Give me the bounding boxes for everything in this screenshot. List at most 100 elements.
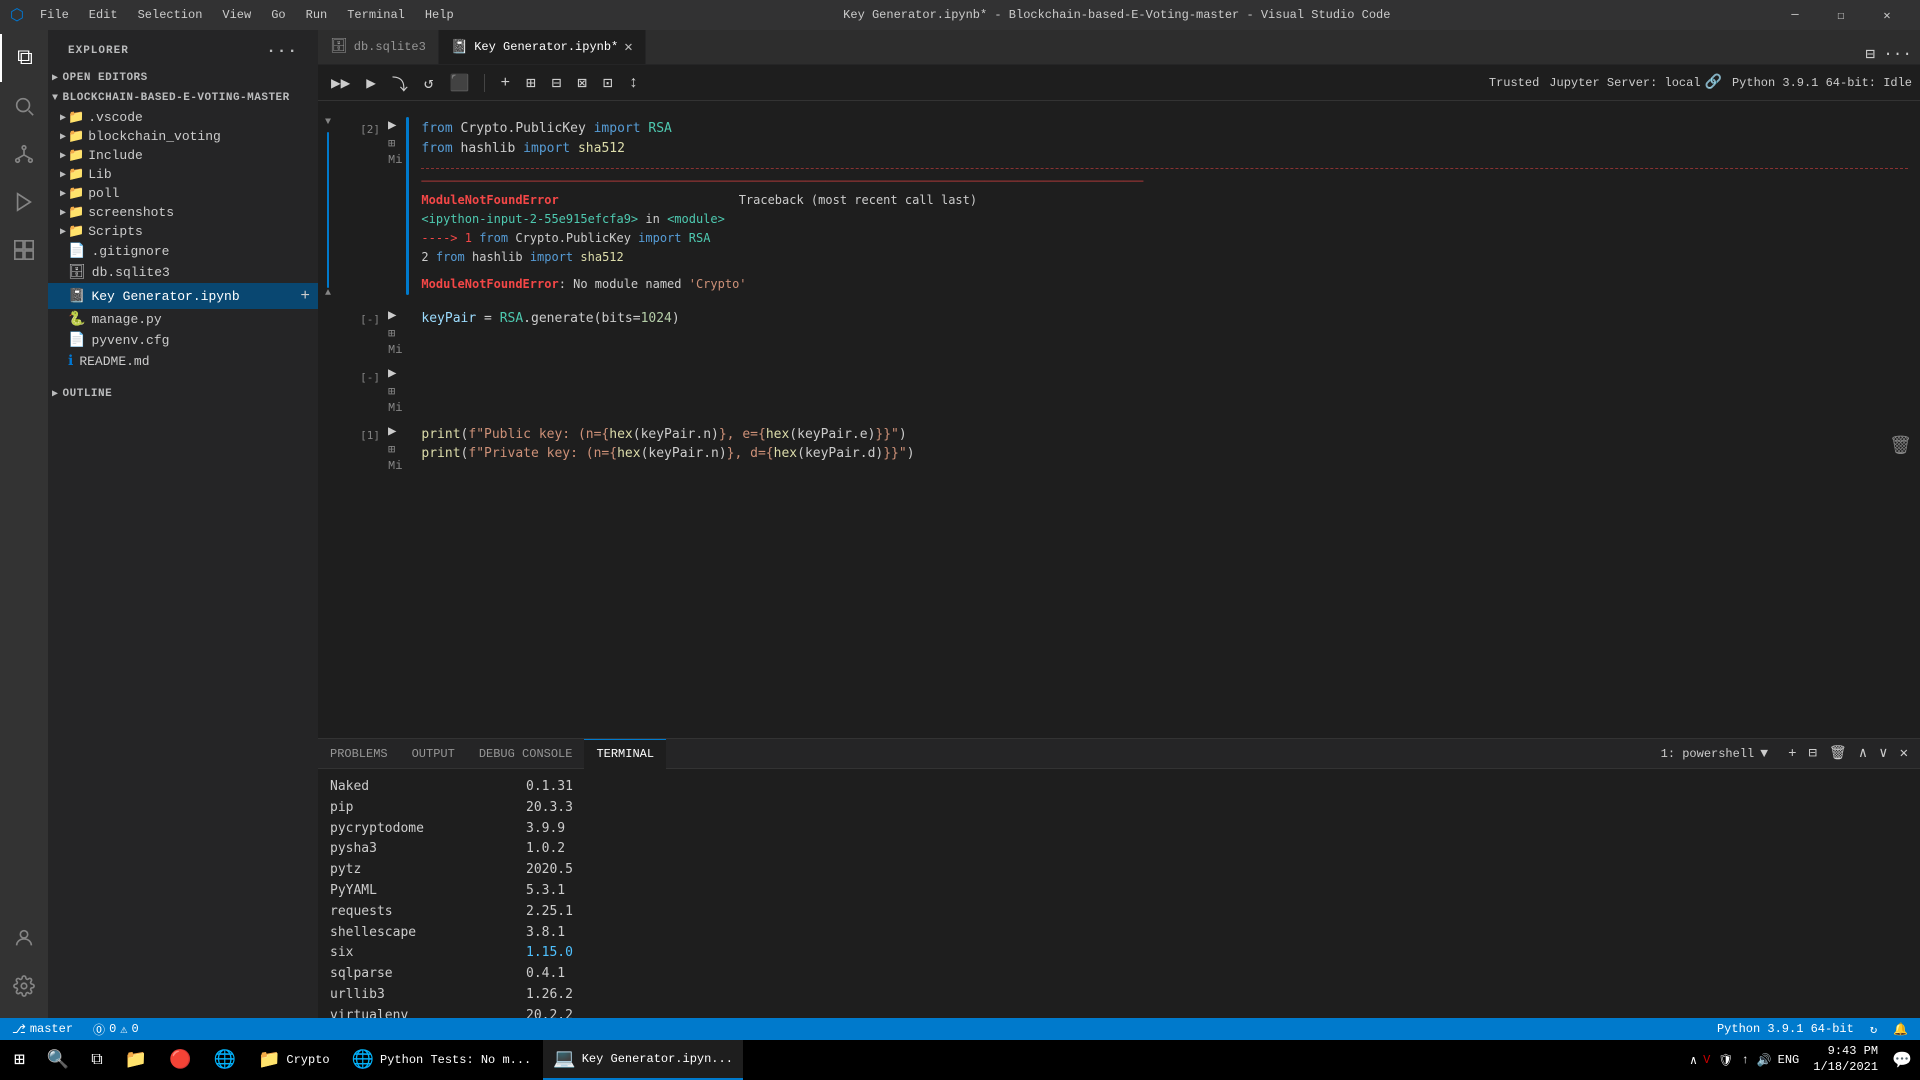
menu-help[interactable]: Help [417,6,462,24]
interrupt-button[interactable]: ⬛ [445,70,475,96]
python-version-label[interactable]: Python 3.9.1 64-bit: Idle [1732,76,1912,90]
menu-view[interactable]: View [214,6,259,24]
search-taskbar-button[interactable]: 🔍 [37,1040,79,1080]
tab-debug-console[interactable]: DEBUG CONSOLE [467,739,585,769]
folder-screenshots[interactable]: ▶ 📁 screenshots [48,203,318,222]
terminal-content[interactable]: Naked0.1.31 pip20.3.3 pycryptodome3.9.9 … [318,769,1920,1018]
file-readme[interactable]: ℹ README.md [48,351,318,372]
clock[interactable]: 9:43 PM 1/18/2021 [1805,1044,1886,1075]
tab-terminal[interactable]: TERMINAL [584,739,666,769]
start-button[interactable]: ⊞ [4,1040,35,1080]
close-button[interactable]: ✕ [1864,0,1910,30]
tray-icon-4[interactable]: 🔊 [1757,1053,1772,1068]
expand-arrow[interactable]: ▲ [325,288,331,299]
file-explorer-taskbar-button[interactable]: 📁 [115,1040,157,1080]
split-editor-icon[interactable]: ⊟ [1866,44,1876,64]
sidebar-more-icon[interactable]: ··· [266,42,298,60]
restart-button[interactable]: ↺ [419,70,439,96]
python-status-item[interactable]: Python 3.9.1 64-bit [1713,1022,1858,1036]
menu-run[interactable]: Run [298,6,336,24]
tab-output[interactable]: OUTPUT [400,739,467,769]
cell-run-button-2[interactable]: ▶ [388,117,402,134]
menu-selection[interactable]: Selection [130,6,211,24]
account-activity-icon[interactable] [0,914,48,962]
open-editors-section[interactable]: ▶ OPEN EDITORS [48,68,318,88]
add-terminal-button[interactable]: + [1784,744,1800,764]
menu-terminal[interactable]: Terminal [339,6,413,24]
cell-collapse-icon[interactable]: ↕ [624,71,644,95]
tray-icon-3[interactable]: ↑ [1742,1053,1749,1067]
menu-go[interactable]: Go [263,6,293,24]
tray-expand-icon[interactable]: ∧ [1690,1053,1697,1068]
new-file-button[interactable]: + [296,285,314,307]
menu-edit[interactable]: Edit [81,6,126,24]
tab-close-button[interactable]: ✕ [624,39,632,56]
folder-include[interactable]: ▶ 📁 Include [48,146,318,165]
file-key-generator[interactable]: 📓 Key Generator.ipynb + [48,283,318,309]
cell-code-m1[interactable]: keyPair = RSA.generate(bits=1024) [409,303,1920,335]
tray-icon-2[interactable]: 🛡 [1718,1053,1733,1068]
file-pyvenv[interactable]: 📄 pyvenv.cfg [48,330,318,351]
error-count-item[interactable]: ⓪ 0 ⚠ 0 [89,1021,143,1038]
tab-key-generator[interactable]: 📓 Key Generator.ipynb* ✕ [439,30,646,64]
settings-activity-icon[interactable] [0,962,48,1010]
menu-file[interactable]: File [32,6,77,24]
add-cell-button[interactable]: + [495,71,515,95]
crypto-taskbar-button[interactable]: 📁 Crypto [248,1040,340,1080]
extensions-activity-icon[interactable] [0,226,48,274]
kill-terminal-button[interactable]: 🗑 [1825,743,1851,764]
app3-taskbar-button[interactable]: 🔴 [159,1040,201,1080]
tab-problems[interactable]: PROBLEMS [318,739,400,769]
maximize-button[interactable]: ☐ [1818,0,1864,30]
collapse-arrow[interactable]: ▼ [325,117,331,128]
folder-poll[interactable]: ▶ 📁 poll [48,184,318,203]
git-branch-item[interactable]: ⎇ master [8,1022,77,1037]
trusted-badge[interactable]: Trusted [1489,76,1539,90]
cell-format-icon-m2[interactable]: ⊞ [388,384,402,399]
panel-arrow-up[interactable]: ∧ [1855,743,1871,764]
minimize-button[interactable]: ─ [1772,0,1818,30]
bell-item[interactable]: 🔔 [1889,1022,1912,1037]
run-all-button[interactable]: ▶▶ [326,70,355,96]
folder-scripts[interactable]: ▶ 📁 Scripts [48,222,318,241]
source-control-activity-icon[interactable] [0,130,48,178]
file-gitignore[interactable]: 📄 .gitignore [48,241,318,262]
sync-item[interactable]: ↻ [1866,1022,1881,1037]
cell-run-button-m1[interactable]: ▶ [388,307,402,324]
run-button[interactable]: ▶ [361,70,381,96]
folder-vscode[interactable]: ▶ 📁 .vscode [48,108,318,127]
cell-code-1[interactable]: print(f"Public key: (n={hex(keyPair.n)},… [409,419,1889,470]
more-actions-icon[interactable]: ··· [1883,45,1912,63]
cell-grid-icon[interactable]: ⊞ [521,70,541,96]
taskview-button[interactable]: ⧉ [81,1040,112,1080]
cell-format-icon[interactable]: ⊞ [388,136,402,151]
outline-section[interactable]: ▶ OUTLINE [48,384,318,404]
panel-arrow-down[interactable]: ∨ [1875,743,1891,764]
cell-view-icon[interactable]: ⊠ [572,70,592,96]
cell-expand-icon[interactable]: ⊡ [598,70,618,96]
cell-more-icon-m2[interactable]: Mi [388,401,402,415]
cell-run-button-1[interactable]: ▶ [388,423,402,440]
jupyter-server-label[interactable]: Jupyter Server: local 🔗 [1549,74,1722,91]
tab-db-sqlite3[interactable]: 🗄 db.sqlite3 [318,30,439,64]
notifications-icon[interactable]: 💬 [1892,1050,1912,1070]
search-activity-icon[interactable] [0,82,48,130]
explorer-activity-icon[interactable]: ⧉ [0,34,48,82]
cell-more-icon-m1[interactable]: Mi [388,343,402,357]
tray-icon-1[interactable]: V [1703,1053,1710,1067]
vscode-taskbar-button[interactable]: 💻 Key Generator.ipyn... [543,1040,743,1080]
cell-more-icon[interactable]: Mi [388,153,402,167]
cell-delete-icon[interactable]: 🗑 [1889,435,1912,457]
folder-lib[interactable]: ▶ 📁 Lib [48,165,318,184]
terminal-selector-chevron[interactable]: ▼ [1760,746,1768,761]
cell-code-m2[interactable] [409,361,1920,401]
folder-blockchain-voting[interactable]: ▶ 📁 blockchain_voting [48,127,318,146]
cell-format-icon-1[interactable]: ⊞ [388,442,402,457]
python-tests-taskbar-button[interactable]: 🌐 Python Tests: No m... [342,1040,542,1080]
cell-format-icon-m1[interactable]: ⊞ [388,326,402,341]
cell-run-button-m2[interactable]: ▶ [388,365,402,382]
debug-activity-icon[interactable] [0,178,48,226]
edge-taskbar-button[interactable]: 🌐 [204,1040,246,1080]
cell-list-icon[interactable]: ⊟ [547,70,567,96]
cell-more-icon-1[interactable]: Mi [388,459,402,473]
